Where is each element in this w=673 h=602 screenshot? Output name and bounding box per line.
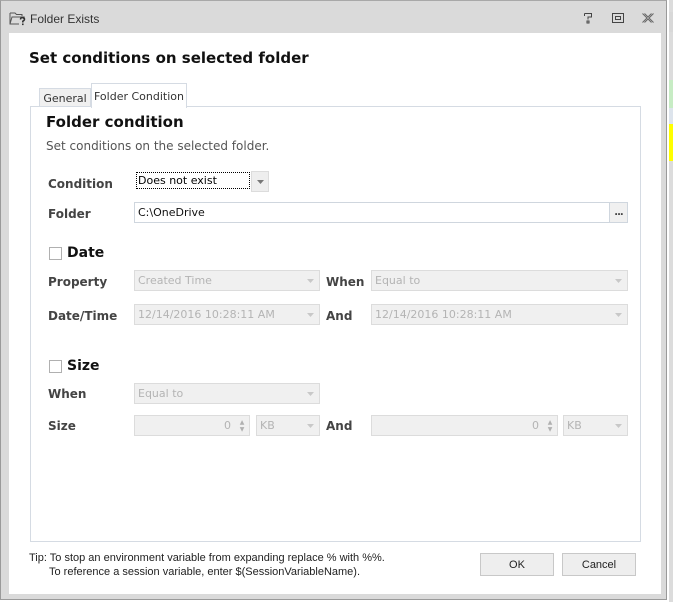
- size-and-label: And: [326, 419, 353, 433]
- background-strip: [669, 108, 673, 124]
- tip-line-2: To reference a session variable, enter $…: [49, 566, 361, 578]
- chevron-down-icon[interactable]: [301, 305, 319, 324]
- condition-label: Condition: [48, 177, 113, 191]
- spin-arrows-icon[interactable]: ▲ ▼: [237, 417, 247, 434]
- date-section: Date: [49, 245, 104, 261]
- size-unit-dropdown[interactable]: KB: [256, 415, 320, 436]
- title-bar[interactable]: Folder Exists: [1, 1, 666, 33]
- condition-value: Does not exist: [136, 172, 250, 189]
- date-and-picker[interactable]: 12/14/2016 10:28:11 AM: [371, 304, 628, 325]
- date-checkbox[interactable]: [49, 246, 62, 260]
- close-icon: [642, 13, 654, 23]
- size-and-stepper[interactable]: 0 ▲ ▼: [371, 415, 558, 436]
- size-and-unit-dropdown[interactable]: KB: [563, 415, 628, 436]
- maximize-button[interactable]: [610, 10, 626, 26]
- chevron-down-icon[interactable]: [251, 171, 269, 192]
- close-button[interactable]: [640, 10, 656, 26]
- window-title: Folder Exists: [30, 12, 100, 26]
- size-and-unit-value: KB: [567, 419, 582, 432]
- panel-subtitle: Set conditions on the selected folder.: [46, 139, 270, 153]
- ok-button[interactable]: OK: [480, 553, 554, 576]
- chevron-down-icon[interactable]: [609, 271, 627, 290]
- size-section-label: Size: [67, 358, 100, 374]
- size-label: Size: [48, 419, 76, 433]
- tab-general[interactable]: General: [39, 88, 91, 107]
- date-when-dropdown[interactable]: Equal to: [371, 270, 628, 291]
- date-and-value: 12/14/2016 10:28:11 AM: [375, 308, 512, 321]
- spin-arrows-icon[interactable]: ▲ ▼: [545, 417, 555, 434]
- browse-folder-button[interactable]: ...: [609, 203, 627, 222]
- chevron-down-icon[interactable]: [301, 416, 319, 435]
- chevron-down-icon[interactable]: [301, 271, 319, 290]
- chevron-down-icon[interactable]: [609, 305, 627, 324]
- size-unit-value: KB: [260, 419, 275, 432]
- folder-input[interactable]: C:\OneDrive ...: [134, 202, 628, 223]
- background-highlight-yellow: [669, 124, 673, 161]
- maximize-icon: [612, 13, 624, 23]
- size-when-value: Equal to: [138, 387, 184, 400]
- property-dropdown[interactable]: Created Time: [134, 270, 320, 291]
- folder-question-icon: [9, 10, 27, 26]
- size-section: Size: [49, 358, 100, 374]
- size-stepper[interactable]: 0 ▲ ▼: [134, 415, 250, 436]
- dialog-client-area: Set conditions on selected folder Genera…: [9, 33, 661, 594]
- date-and-label: And: [326, 309, 353, 323]
- folder-path-value: C:\OneDrive: [138, 206, 205, 219]
- background-window-edge: [669, 0, 673, 602]
- tip-text: Tip: To stop an environment variable fro…: [29, 551, 385, 579]
- date-when-value: Equal to: [375, 274, 421, 287]
- size-and-value: 0: [532, 419, 539, 432]
- datetime-label: Date/Time: [48, 309, 118, 323]
- datetime-picker[interactable]: 12/14/2016 10:28:11 AM: [134, 304, 320, 325]
- datetime-value: 12/14/2016 10:28:11 AM: [138, 308, 275, 321]
- background-strip: [669, 12, 673, 32]
- property-value: Created Time: [138, 274, 212, 287]
- tab-folder-condition[interactable]: Folder Condition: [91, 83, 187, 108]
- folder-exists-dialog: Folder Exists Set conditions on selected…: [0, 0, 667, 600]
- property-label: Property: [48, 275, 108, 289]
- panel-title: Folder condition: [46, 113, 184, 131]
- chevron-down-icon[interactable]: [609, 416, 627, 435]
- date-section-label: Date: [67, 245, 105, 261]
- help-icon: [584, 13, 592, 24]
- background-highlight-green: [669, 80, 673, 108]
- tip-line-1: Tip: To stop an environment variable fro…: [29, 552, 385, 564]
- date-when-label: When: [326, 275, 365, 289]
- size-checkbox[interactable]: [49, 359, 62, 373]
- size-when-dropdown[interactable]: Equal to: [134, 383, 320, 404]
- folder-condition-panel: Folder condition Set conditions on the s…: [30, 106, 641, 542]
- size-when-label: When: [48, 387, 87, 401]
- cancel-button[interactable]: Cancel: [562, 553, 636, 576]
- chevron-down-icon[interactable]: [301, 384, 319, 403]
- size-value: 0: [224, 419, 231, 432]
- dialog-heading: Set conditions on selected folder: [29, 49, 309, 67]
- condition-dropdown[interactable]: Does not exist: [135, 171, 269, 192]
- folder-label: Folder: [48, 207, 91, 221]
- help-button[interactable]: [580, 10, 596, 26]
